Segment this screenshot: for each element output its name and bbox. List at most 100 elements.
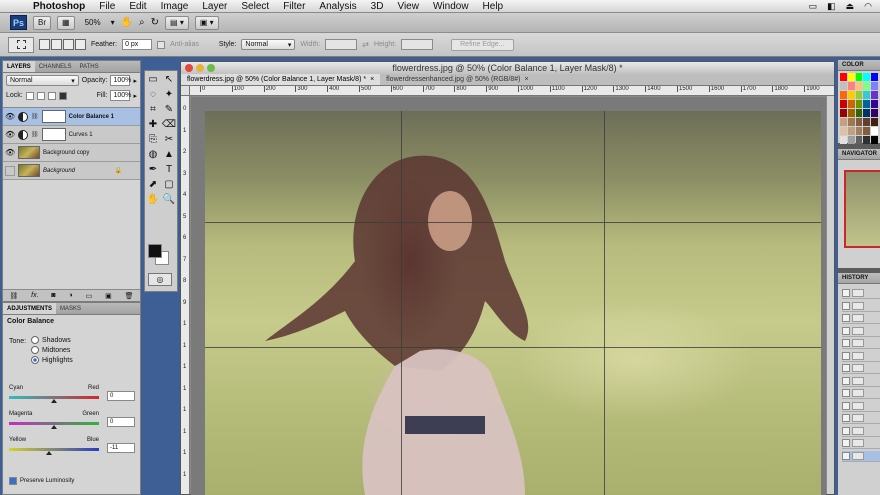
close-icon[interactable]: × bbox=[370, 76, 374, 83]
tone-highlights-radio[interactable]: Highlights bbox=[31, 356, 73, 364]
menu-image[interactable]: Image bbox=[154, 1, 196, 12]
zoom-window-icon[interactable] bbox=[207, 64, 215, 72]
clone-stamp-tool-icon[interactable]: ⎘ bbox=[145, 132, 161, 147]
magic-wand-tool-icon[interactable]: ✦ bbox=[161, 87, 177, 102]
tab-color[interactable]: COLOR bbox=[838, 60, 880, 71]
color-swatch[interactable] bbox=[840, 73, 847, 81]
color-swatch[interactable] bbox=[847, 100, 855, 108]
trash-icon[interactable]: 🗑 bbox=[125, 292, 134, 300]
blur-tool-icon[interactable]: ◍ bbox=[145, 147, 161, 162]
history-state-row[interactable] bbox=[842, 313, 880, 324]
menu-analysis[interactable]: Analysis bbox=[312, 1, 363, 12]
mini-bridge-button[interactable]: ▦ bbox=[57, 15, 75, 30]
refine-edge-button[interactable]: Refine Edge... bbox=[451, 38, 514, 51]
magenta-green-thumb[interactable] bbox=[51, 425, 57, 429]
guide-horizontal[interactable] bbox=[205, 347, 821, 348]
navigator-preview[interactable] bbox=[844, 170, 880, 248]
color-swatch[interactable] bbox=[871, 73, 878, 81]
color-swatch[interactable] bbox=[847, 82, 855, 90]
history-brush-source-icon[interactable] bbox=[842, 439, 850, 447]
tab-layers[interactable]: LAYERS bbox=[3, 61, 35, 72]
color-swatch[interactable] bbox=[847, 118, 855, 126]
history-brush-tool-icon[interactable]: ✂ bbox=[161, 132, 177, 147]
tab-flowerdressenhanced[interactable]: flowerdressenhanced.jpg @ 50% (RGB/8#) × bbox=[380, 74, 534, 85]
hand-tool-icon[interactable]: ✋ bbox=[145, 192, 161, 207]
arrange-documents-button[interactable]: ▤ ▾ bbox=[165, 15, 189, 30]
history-state-row[interactable] bbox=[842, 413, 880, 424]
color-swatch[interactable] bbox=[863, 118, 871, 126]
history-state-row[interactable] bbox=[842, 288, 880, 299]
subtract-selection-icon[interactable] bbox=[63, 39, 74, 50]
color-swatch[interactable] bbox=[871, 127, 878, 135]
color-swatch[interactable] bbox=[855, 73, 863, 81]
group-icon[interactable]: ▭ bbox=[86, 292, 93, 300]
lock-position-icon[interactable] bbox=[47, 91, 56, 100]
eye-icon[interactable]: 👁 bbox=[5, 148, 15, 158]
foreground-color-swatch[interactable] bbox=[148, 244, 162, 258]
color-swatch[interactable] bbox=[871, 82, 878, 90]
link-layers-icon[interactable]: ⛓ bbox=[9, 292, 18, 300]
new-layer-icon[interactable]: ▣ bbox=[105, 292, 112, 300]
color-swatch[interactable] bbox=[863, 100, 871, 108]
cyan-red-thumb[interactable] bbox=[51, 399, 57, 403]
color-swatch[interactable] bbox=[871, 109, 878, 117]
history-state-row[interactable] bbox=[842, 301, 880, 312]
lock-transparency-icon[interactable] bbox=[25, 91, 34, 100]
quick-mask-button[interactable]: ◎ bbox=[148, 273, 172, 286]
path-selection-tool-icon[interactable]: ⬈ bbox=[145, 177, 161, 192]
type-tool-icon[interactable]: T bbox=[161, 162, 177, 177]
menu-filter[interactable]: Filter bbox=[276, 1, 312, 12]
hand-icon[interactable]: ✋ bbox=[121, 17, 133, 28]
swap-icon[interactable]: ⇄ bbox=[362, 40, 369, 49]
color-swatch[interactable] bbox=[840, 82, 847, 90]
lasso-tool-icon[interactable]: ◌ bbox=[145, 87, 161, 102]
screen-mode-button[interactable]: ▣ ▾ bbox=[194, 15, 219, 30]
rotate-icon[interactable]: ↻ bbox=[151, 17, 159, 28]
wifi-icon[interactable]: ◠ bbox=[864, 1, 872, 12]
chevron-down-icon[interactable]: ▾ bbox=[111, 18, 115, 27]
ruler-origin[interactable] bbox=[181, 86, 190, 96]
fx-icon[interactable]: fx. bbox=[31, 292, 38, 299]
link-icon[interactable]: ⛓ bbox=[31, 131, 39, 138]
shape-tool-icon[interactable]: ▢ bbox=[161, 177, 177, 192]
pen-tool-icon[interactable]: ✒ bbox=[145, 162, 161, 177]
preserve-luminosity-checkbox[interactable] bbox=[9, 477, 17, 485]
marquee-tool-icon[interactable]: ▭ bbox=[145, 72, 161, 87]
history-brush-source-icon[interactable] bbox=[842, 314, 850, 322]
tone-midtones-radio[interactable]: Midtones bbox=[31, 346, 70, 354]
chevron-down-icon[interactable]: ▸ bbox=[133, 92, 137, 100]
tab-history[interactable]: HISTORY bbox=[838, 273, 880, 284]
add-selection-icon[interactable] bbox=[51, 39, 62, 50]
eraser-tool-icon[interactable]: ⌫ bbox=[161, 117, 177, 132]
antialias-checkbox[interactable] bbox=[157, 40, 166, 49]
color-swatch[interactable] bbox=[863, 109, 871, 117]
guide-horizontal[interactable] bbox=[205, 222, 821, 223]
color-swatch[interactable] bbox=[847, 91, 855, 99]
color-swatch[interactable] bbox=[840, 109, 847, 117]
mask-icon[interactable]: ◙ bbox=[51, 292, 55, 299]
history-state-row[interactable] bbox=[842, 376, 880, 387]
layer-mask-thumbnail[interactable] bbox=[41, 110, 66, 123]
tab-navigator[interactable]: NAVIGATOR bbox=[838, 149, 880, 160]
eye-hidden-icon[interactable] bbox=[5, 165, 15, 176]
fill-input[interactable]: 100% bbox=[110, 90, 131, 101]
adjustment-icon[interactable]: ◑ bbox=[69, 292, 73, 299]
color-swatch[interactable] bbox=[863, 136, 871, 144]
color-swatch[interactable] bbox=[871, 136, 878, 144]
history-brush-source-icon[interactable] bbox=[842, 326, 850, 335]
color-swatch[interactable] bbox=[840, 127, 847, 135]
intersect-selection-icon[interactable] bbox=[75, 39, 86, 50]
history-brush-source-icon[interactable] bbox=[842, 364, 850, 372]
feather-input[interactable]: 0 px bbox=[122, 39, 153, 50]
yellow-blue-slider[interactable] bbox=[9, 448, 99, 451]
link-icon[interactable]: ⛓ bbox=[31, 113, 39, 120]
move-tool-icon[interactable]: ↖ bbox=[161, 72, 177, 87]
color-swatch[interactable] bbox=[847, 73, 855, 81]
layer-row-background-copy[interactable]: 👁 Background copy bbox=[3, 144, 140, 162]
healing-tool-icon[interactable]: ✚ bbox=[145, 117, 161, 132]
menu-layer[interactable]: Layer bbox=[195, 1, 234, 12]
vertical-scrollbar[interactable] bbox=[826, 96, 834, 494]
preserve-luminosity[interactable]: Preserve Luminosity bbox=[9, 477, 74, 485]
close-icon[interactable] bbox=[185, 64, 193, 72]
color-swatch[interactable] bbox=[855, 127, 863, 135]
